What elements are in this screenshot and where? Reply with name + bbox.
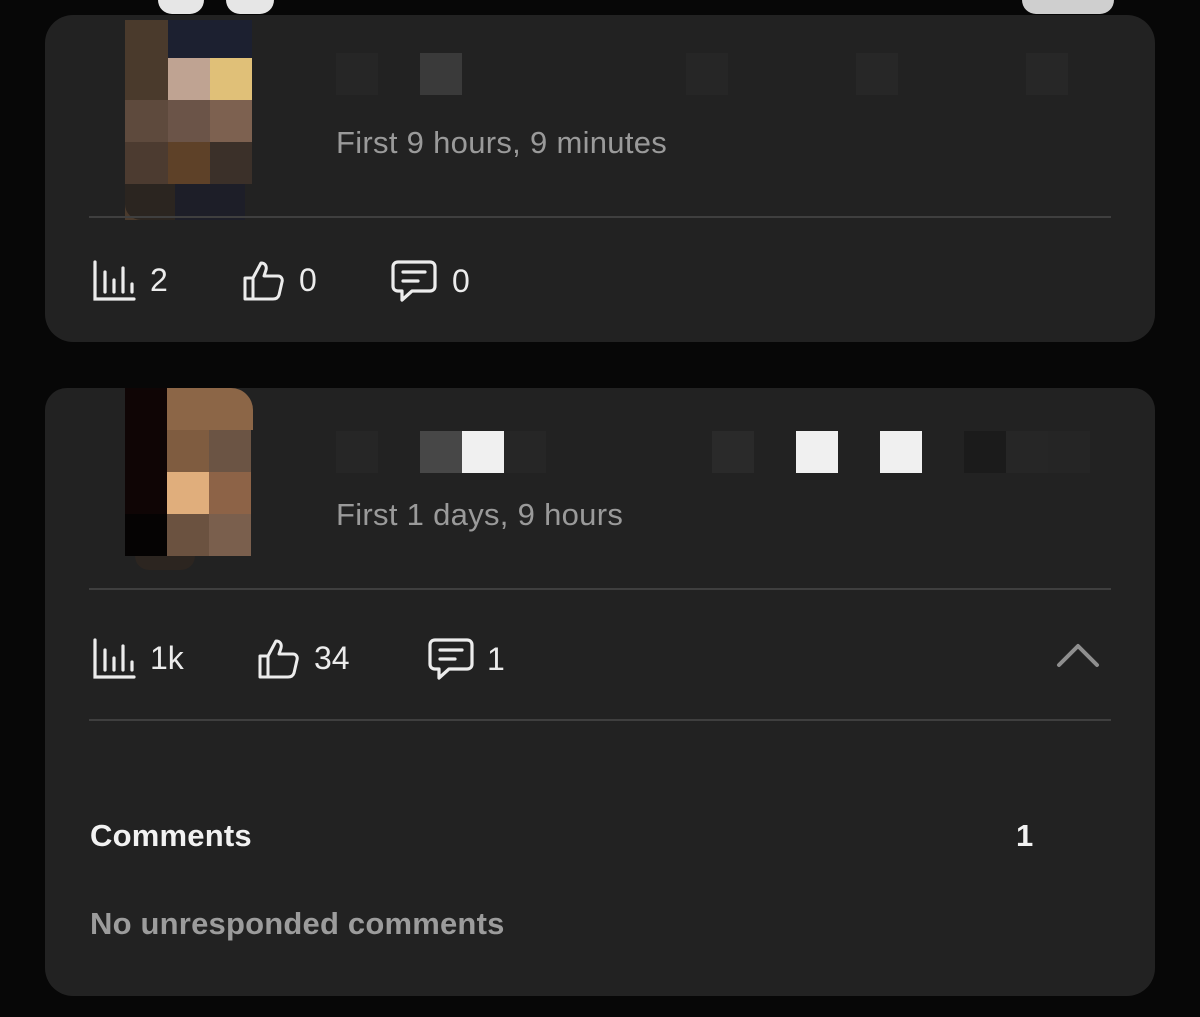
message-icon — [428, 638, 474, 680]
post-thumbnail[interactable] — [125, 388, 253, 576]
comments-section-count: 1 — [1016, 818, 1034, 853]
likes-stat[interactable]: 0 — [241, 258, 317, 302]
comments-count: 0 — [452, 262, 470, 299]
post-title-redacted — [336, 431, 1136, 473]
post-age: First 9 hours, 9 minutes — [336, 125, 668, 160]
post-age: First 1 days, 9 hours — [336, 497, 624, 532]
views-stat[interactable]: 1k — [92, 636, 184, 680]
likes-stat[interactable]: 34 — [256, 636, 350, 680]
views-count: 1k — [150, 639, 184, 676]
top-edge-element-left — [158, 0, 204, 14]
views-stat[interactable]: 2 — [92, 258, 168, 302]
post-thumbnail[interactable] — [125, 20, 260, 220]
bar-chart-icon — [93, 260, 136, 301]
empty-comments-message: No unresponded comments — [90, 906, 505, 941]
likes-count: 34 — [314, 639, 350, 676]
post-title-redacted — [336, 53, 1156, 95]
comments-section-title: Comments — [90, 818, 252, 853]
thumbs-up-icon — [258, 639, 299, 679]
divider — [89, 588, 1111, 590]
post-card[interactable]: First 9 hours, 9 minutes 2 0 0 — [45, 15, 1155, 342]
views-count: 2 — [150, 261, 168, 298]
thumbs-up-icon — [243, 261, 284, 301]
comments-count: 1 — [487, 640, 505, 677]
likes-count: 0 — [299, 261, 317, 298]
chevron-up-icon[interactable] — [1055, 640, 1101, 670]
top-edge-element-left-2 — [226, 0, 274, 14]
divider — [89, 719, 1111, 721]
post-card-expanded[interactable]: First 1 days, 9 hours 1k 34 1 Comments 1… — [45, 388, 1155, 996]
comments-stat[interactable]: 0 — [390, 258, 470, 304]
message-icon — [391, 260, 437, 302]
bar-chart-icon — [93, 638, 136, 679]
top-edge-element-right — [1022, 0, 1114, 14]
comments-stat[interactable]: 1 — [427, 636, 505, 682]
divider — [89, 216, 1111, 218]
